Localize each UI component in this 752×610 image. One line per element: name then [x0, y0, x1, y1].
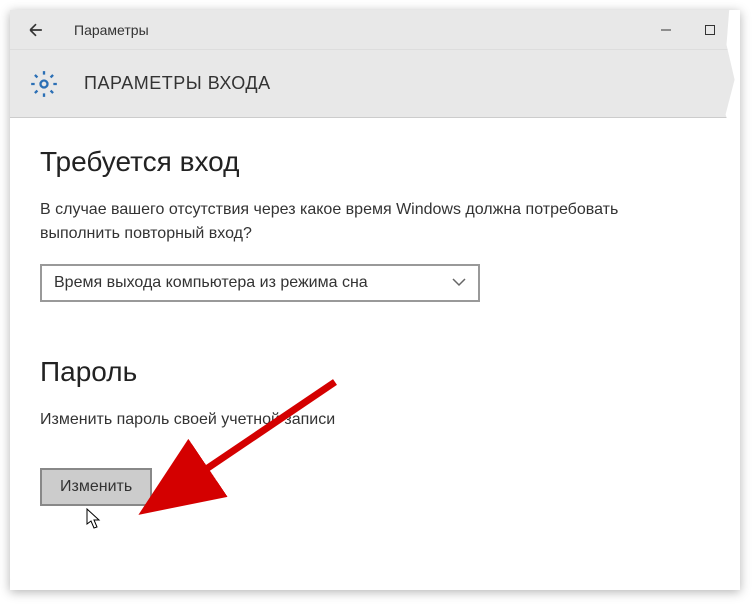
- password-section-description: Изменить пароль своей учетной записи: [40, 408, 660, 432]
- page-header: ПАРАМЕТРЫ ВХОДА: [10, 50, 740, 118]
- back-arrow-icon: [26, 20, 46, 40]
- signin-section-title: Требуется вход: [40, 146, 710, 178]
- chevron-down-icon: [452, 276, 466, 290]
- maximize-button[interactable]: [688, 10, 732, 50]
- signin-section-description: В случае вашего отсутствия через какое в…: [40, 198, 660, 246]
- password-section: Пароль Изменить пароль своей учетной зап…: [40, 356, 710, 506]
- window-controls: [644, 10, 732, 50]
- content-area: Требуется вход В случае вашего отсутстви…: [10, 118, 740, 534]
- signin-timeout-dropdown[interactable]: Время выхода компьютера из режима сна: [40, 264, 480, 302]
- password-section-title: Пароль: [40, 356, 710, 388]
- minimize-button[interactable]: [644, 10, 688, 50]
- minimize-icon: [660, 24, 672, 36]
- back-button[interactable]: [18, 12, 54, 48]
- page-title: ПАРАМЕТРЫ ВХОДА: [84, 73, 271, 94]
- dropdown-value: Время выхода компьютера из режима сна: [54, 274, 368, 292]
- maximize-icon: [704, 24, 716, 36]
- titlebar: Параметры: [10, 10, 740, 50]
- torn-bottom-edge: [10, 572, 740, 590]
- gear-icon: [30, 70, 58, 98]
- change-password-button[interactable]: Изменить: [40, 468, 152, 506]
- window-title: Параметры: [74, 22, 644, 38]
- settings-window: Параметры ПАРАМЕТРЫ ВХОДА Требуется вход…: [10, 10, 740, 590]
